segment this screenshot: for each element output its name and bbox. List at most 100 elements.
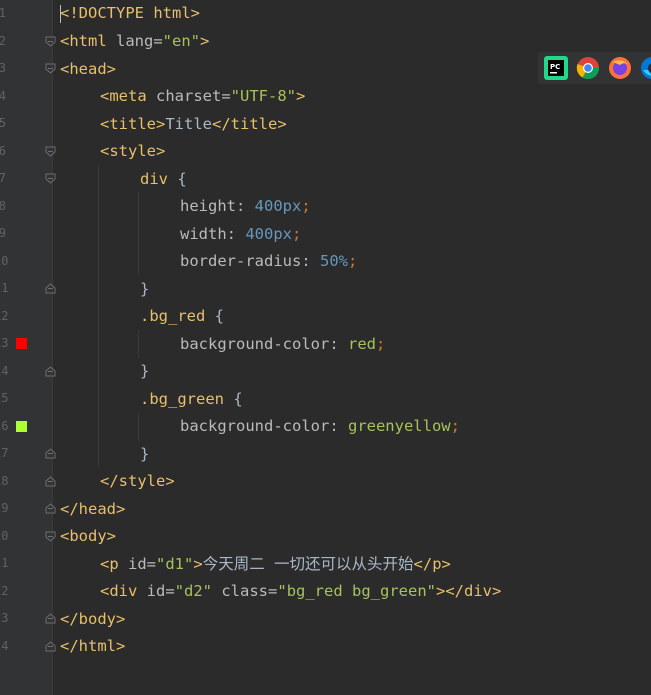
fold-expand-icon[interactable] bbox=[45, 63, 56, 74]
string-token: "UTF-8" bbox=[230, 87, 296, 105]
selector-token: .bg_green bbox=[140, 389, 224, 408]
number-token: 400 bbox=[254, 197, 283, 215]
tag-token: > bbox=[296, 87, 306, 105]
code-line-19[interactable]: </head> bbox=[60, 496, 125, 524]
attr-token: charset bbox=[156, 87, 222, 105]
code-line-6[interactable]: <style> bbox=[100, 138, 165, 166]
code-line-5[interactable]: <title>Title</title> bbox=[100, 111, 287, 139]
property-token: background-color bbox=[180, 334, 330, 353]
code-line-10[interactable]: border-radius: 50%; bbox=[180, 248, 357, 276]
semicolon-token: ; bbox=[301, 197, 311, 215]
code-line-4[interactable]: <meta charset="UTF-8"> bbox=[100, 83, 305, 111]
code-line-15[interactable]: .bg_green { bbox=[140, 386, 243, 414]
semicolon-token: ; bbox=[292, 224, 302, 243]
line-number: 3 bbox=[0, 61, 6, 75]
color-swatch-greenyellow[interactable] bbox=[16, 421, 27, 432]
attr-token: id bbox=[128, 554, 147, 573]
string-token: "d2" bbox=[174, 582, 213, 600]
property-token: border-radius bbox=[180, 252, 302, 270]
brace-token: { bbox=[224, 389, 243, 408]
brace-token: } bbox=[140, 279, 150, 298]
code-line-3[interactable]: <head> bbox=[60, 56, 116, 84]
code-line-8[interactable]: height: 400px; bbox=[180, 193, 311, 221]
code-line-16[interactable]: background-color: greenyellow; bbox=[180, 413, 460, 441]
eq-token: = bbox=[268, 582, 278, 600]
eq-token: = bbox=[165, 582, 175, 600]
chrome-icon[interactable] bbox=[576, 56, 600, 80]
fold-expand-icon[interactable] bbox=[45, 173, 56, 184]
line-number: 21 bbox=[0, 556, 9, 570]
line-number: 11 bbox=[0, 281, 9, 295]
line-number: 23 bbox=[0, 611, 9, 625]
code-editor[interactable]: 123456789101112131415161718192021222324 … bbox=[0, 0, 651, 695]
value-token: greenyellow bbox=[347, 417, 451, 435]
code-line-7[interactable]: div { bbox=[140, 166, 187, 194]
code-line-22[interactable]: <div id="d2" class="bg_red bg_green"></d… bbox=[100, 578, 501, 606]
line-number: 4 bbox=[0, 88, 6, 103]
code-line-2[interactable]: <html lang="en"> bbox=[60, 28, 209, 56]
tag-token: </p> bbox=[413, 554, 451, 573]
fold-expand-icon[interactable] bbox=[45, 531, 56, 542]
fold-collapse-icon[interactable] bbox=[45, 613, 56, 624]
tag-token: <div bbox=[100, 582, 147, 600]
number-token: 400 bbox=[245, 224, 274, 243]
doctype-token: <!DOCTYPE html> bbox=[60, 4, 200, 22]
pycharm-icon[interactable]: PC bbox=[544, 56, 568, 80]
fold-collapse-icon[interactable] bbox=[45, 475, 56, 487]
indent-guide bbox=[138, 413, 139, 441]
fold-collapse-icon[interactable] bbox=[45, 365, 56, 377]
fold-collapse-icon[interactable] bbox=[45, 640, 56, 652]
selector-token: .bg_red bbox=[140, 307, 206, 325]
fold-expand-icon[interactable] bbox=[45, 36, 56, 47]
semicolon-token: ; bbox=[348, 252, 358, 270]
line-number: 18 bbox=[0, 473, 9, 488]
fold-expand-icon[interactable] bbox=[45, 146, 56, 157]
tag-token: > bbox=[200, 32, 210, 50]
tag-token: ></div> bbox=[436, 582, 502, 600]
code-line-11[interactable]: } bbox=[140, 276, 149, 304]
color-swatch-red[interactable] bbox=[16, 338, 27, 349]
edge-icon[interactable] bbox=[640, 56, 651, 80]
colon-token: : bbox=[236, 197, 255, 215]
property-token: background-color bbox=[180, 417, 330, 435]
tag-token: <meta bbox=[100, 87, 156, 105]
attr-token: id bbox=[146, 582, 166, 600]
tag-token: > bbox=[193, 554, 203, 573]
code-line-18[interactable]: </style> bbox=[100, 468, 175, 496]
svg-text:PC: PC bbox=[550, 63, 560, 71]
fold-collapse-icon[interactable] bbox=[45, 448, 56, 459]
string-token: "bg_red bg_green" bbox=[277, 582, 436, 600]
code-line-17[interactable]: } bbox=[140, 441, 149, 469]
code-line-21[interactable]: <p id="d1">今天周二 一切还可以从头开始</p> bbox=[100, 551, 451, 579]
indent-guide bbox=[98, 165, 99, 467]
property-token: width bbox=[180, 224, 227, 243]
code-line-23[interactable]: </body> bbox=[60, 606, 125, 634]
code-line-20[interactable]: <body> bbox=[60, 523, 116, 551]
code-line-24[interactable]: </html> bbox=[60, 633, 125, 661]
tag-token: <title> bbox=[100, 114, 166, 133]
tag-token: <head> bbox=[60, 59, 116, 78]
line-number: 5 bbox=[0, 116, 6, 130]
semicolon-token: ; bbox=[375, 334, 386, 353]
line-number: 20 bbox=[0, 528, 9, 543]
value-token: red bbox=[347, 334, 376, 353]
tag-token: </head> bbox=[60, 499, 126, 518]
fold-collapse-icon[interactable] bbox=[45, 503, 56, 514]
semicolon-token: ; bbox=[450, 417, 460, 435]
fold-collapse-icon[interactable] bbox=[45, 283, 56, 294]
unit-token: % bbox=[338, 252, 349, 270]
code-line-9[interactable]: width: 400px; bbox=[180, 221, 301, 249]
code-line-1[interactable]: <!DOCTYPE html> bbox=[60, 0, 200, 28]
property-token: height bbox=[180, 197, 236, 215]
code-line-13[interactable]: background-color: red; bbox=[180, 331, 385, 359]
tag-token: <style> bbox=[100, 142, 166, 160]
line-number: 8 bbox=[0, 198, 6, 213]
code-line-14[interactable]: } bbox=[140, 358, 149, 386]
line-number: 6 bbox=[0, 143, 6, 158]
eq-token: = bbox=[146, 554, 157, 573]
code-line-12[interactable]: .bg_red { bbox=[140, 303, 224, 331]
line-number: 13 bbox=[0, 336, 9, 350]
text-token: 今天周二 一切还可以从头开始 bbox=[202, 554, 414, 573]
line-number: 2 bbox=[0, 33, 6, 48]
firefox-icon[interactable] bbox=[608, 56, 632, 80]
